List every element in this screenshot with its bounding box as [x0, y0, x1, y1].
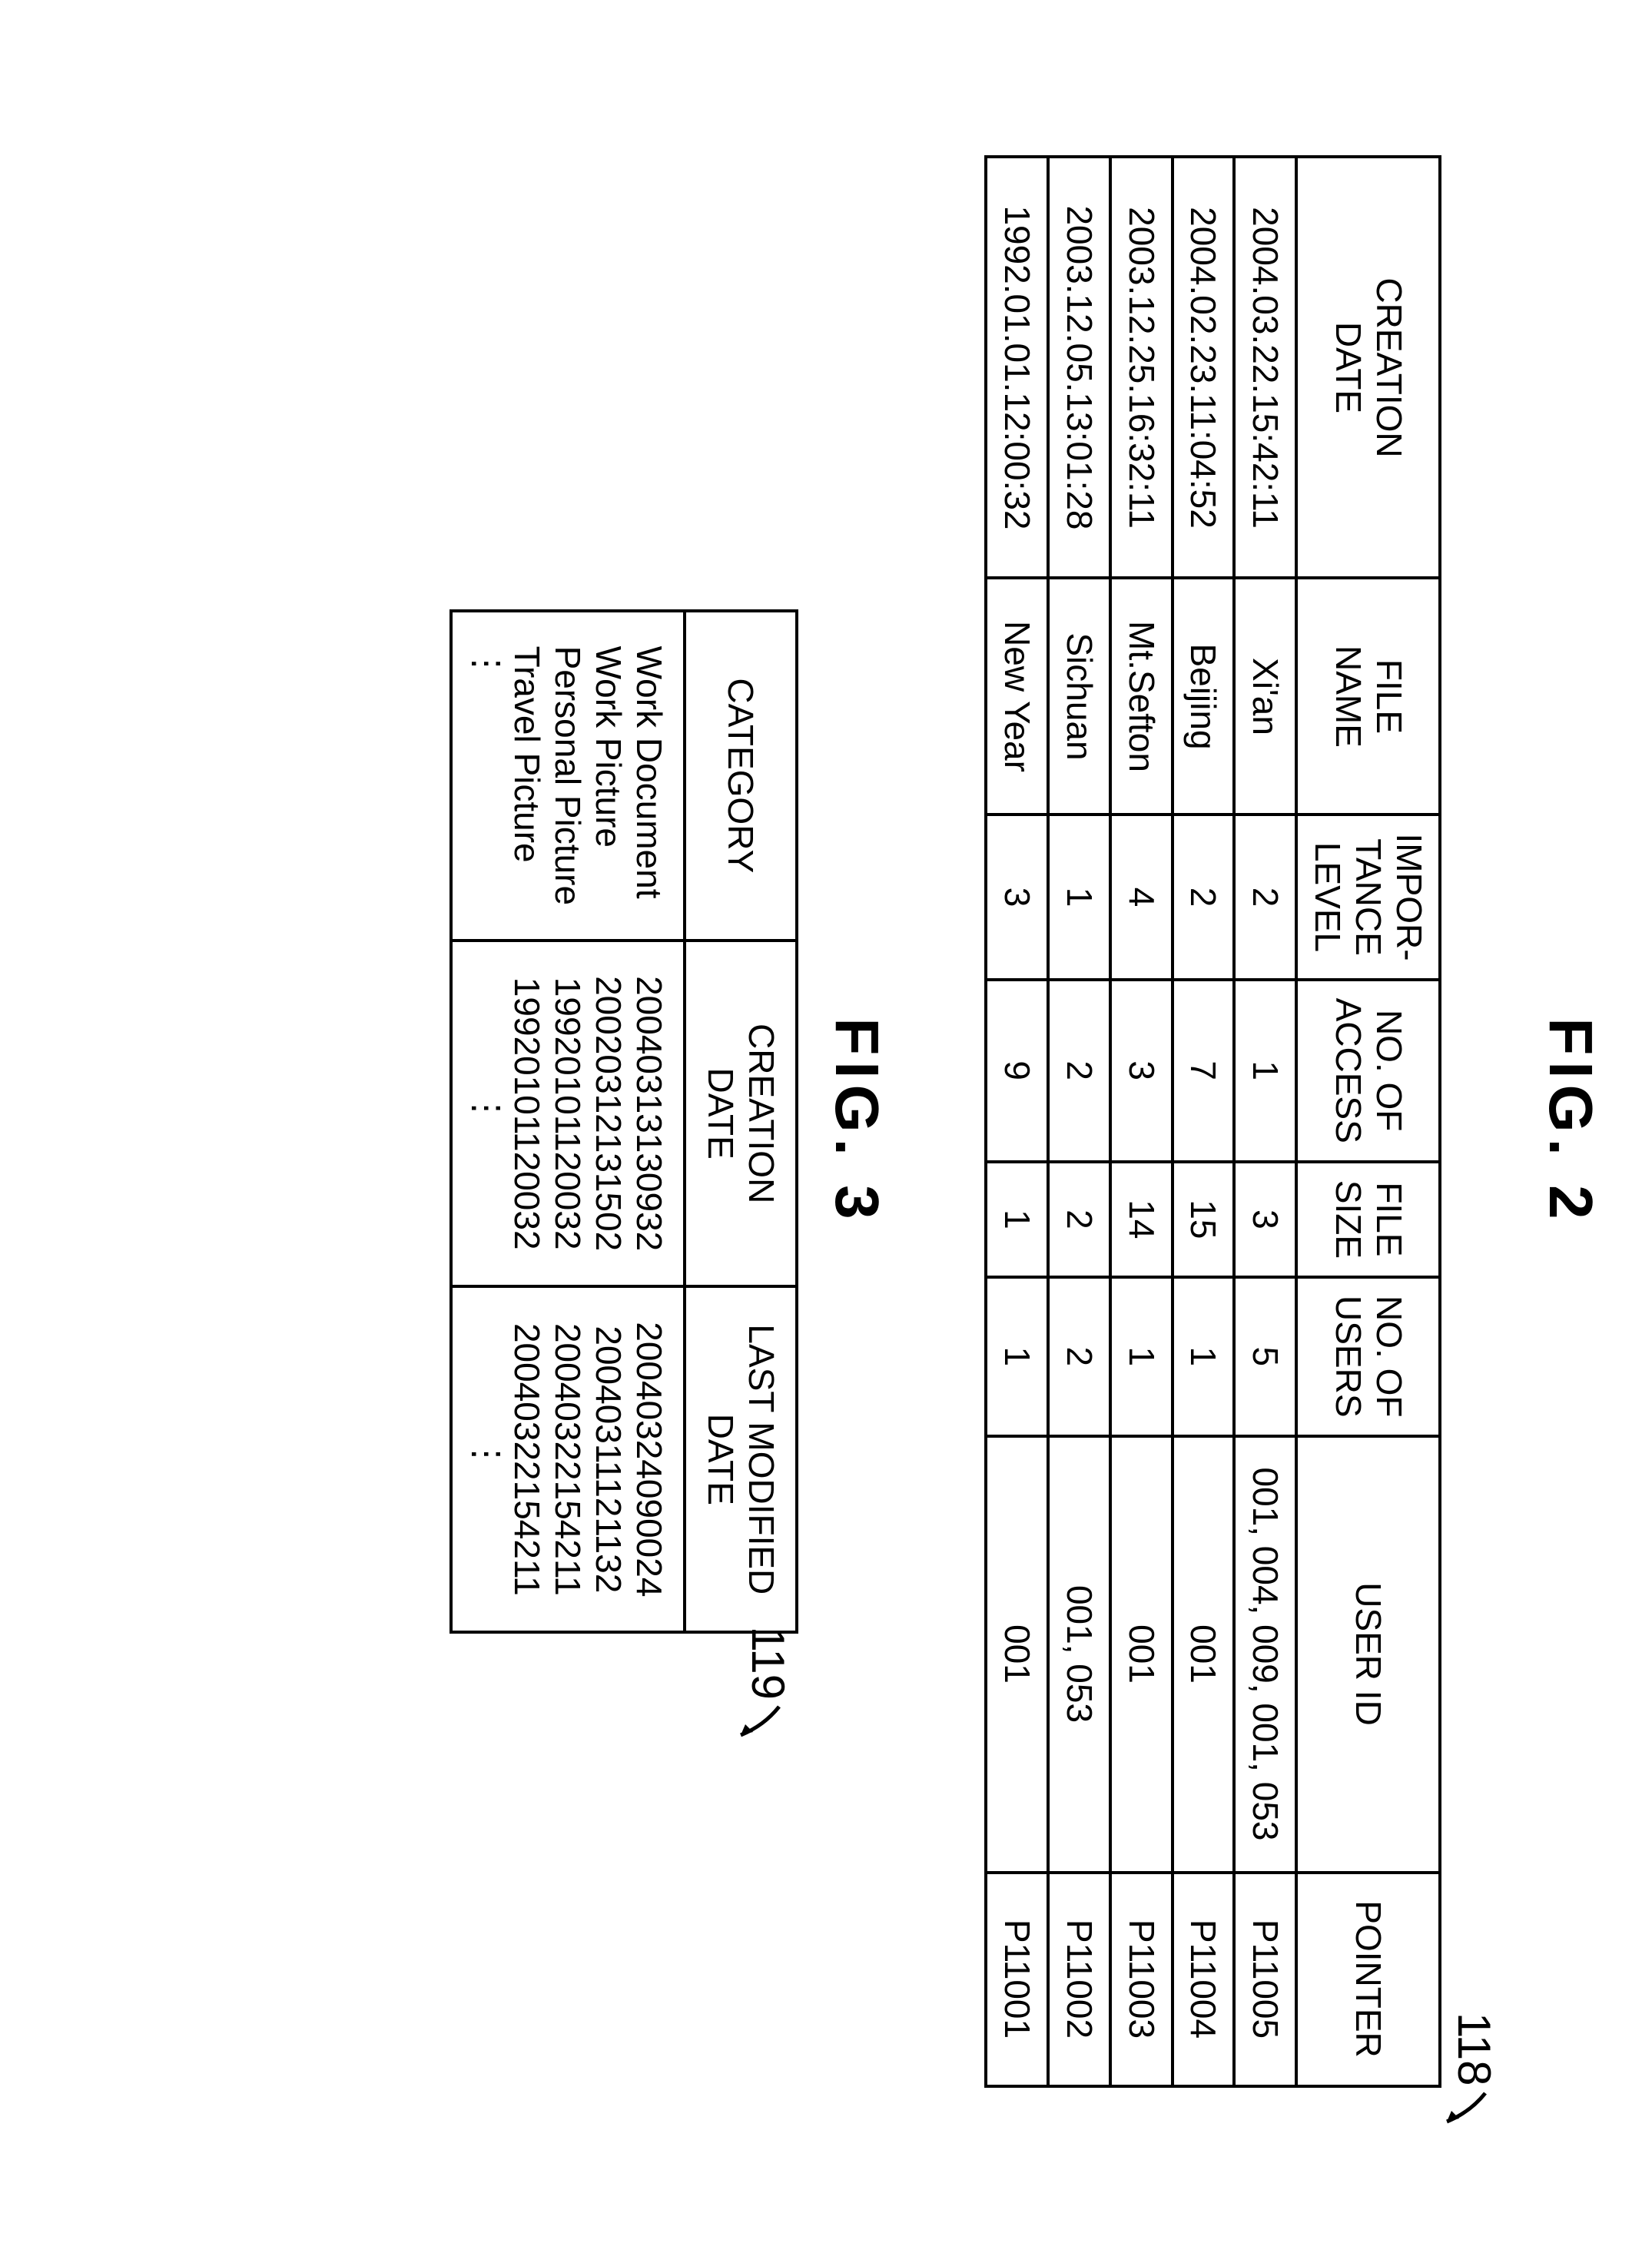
- leader-arrow-icon: [725, 1703, 783, 1749]
- cell-user_id: 001, 053: [1048, 1436, 1110, 1873]
- file-info-tbody: 2004.03.22.15:42:11Xi'an2135001, 004, 00…: [986, 157, 1296, 2085]
- table-row: 2004.02.23.11:04:52Beijing27151001P11004: [1173, 157, 1235, 2085]
- cell-value: 20040322154211: [507, 1322, 548, 1597]
- cell-value: 19920101120032: [547, 976, 588, 1251]
- cell-pointer: P11001: [986, 1873, 1048, 2086]
- table-row: 2003.12.05.13:01:28Sichuan1222001, 053P1…: [1048, 157, 1110, 2085]
- cell-file_name: Sichuan: [1048, 578, 1110, 815]
- cell-user_id: 001, 004, 009, 001, 053: [1234, 1436, 1296, 1873]
- cell-creation_date: 2004.02.23.11:04:52: [1173, 157, 1235, 578]
- cell-creation_date: 2003.12.25.16:32:11: [1110, 157, 1173, 578]
- cell-file_size: 15: [1173, 1162, 1235, 1277]
- cell-value: Travel Picture: [507, 646, 548, 906]
- ellipsis-icon: ⋮: [466, 1322, 507, 1597]
- cell-access: 2: [1048, 980, 1110, 1162]
- figure-2: FIG. 2 118 CREATIONDATE FILENAME IMPOR-T…: [984, 61, 1606, 2182]
- cell-users: 5: [1234, 1277, 1296, 1435]
- cell-file_size: 14: [1110, 1162, 1173, 1277]
- cell-modified_date: 2004032409002420040311121132200403221542…: [451, 1286, 685, 1632]
- cell-access: 1: [1234, 980, 1296, 1162]
- cell-file_name: New Year: [986, 578, 1048, 815]
- cell-file_size: 2: [1048, 1162, 1110, 1277]
- figure-3-title: FIG. 3: [821, 61, 892, 2182]
- cell-users: 1: [1173, 1277, 1235, 1435]
- cell-file_name: Beijing: [1173, 578, 1235, 815]
- cell-value: Work Document: [629, 646, 669, 906]
- col-users: NO. OFUSERS: [1296, 1277, 1440, 1435]
- cell-pointer: P11003: [1110, 1873, 1173, 2086]
- table-header-row: CREATIONDATE FILENAME IMPOR-TANCELEVEL N…: [1296, 157, 1440, 2085]
- cell-value: 19920101120032: [507, 976, 548, 1251]
- table-row: Work DocumentWork PicturePersonal Pictur…: [451, 611, 685, 1633]
- figure-2-ref-label: 118: [1448, 61, 1512, 2135]
- cell-creation_date: 2003.12.05.13:01:28: [1048, 157, 1110, 578]
- cell-file_size: 1: [986, 1162, 1048, 1277]
- col-pointer: POINTER: [1296, 1873, 1440, 2086]
- cell-user_id: 001: [1173, 1436, 1235, 1873]
- figure-3-ref-number: 119: [741, 1626, 794, 1700]
- table-row: 2003.12.25.16:32:11Mt.Sefton43141001P110…: [1110, 157, 1173, 2085]
- cell-pointer: P11004: [1173, 1873, 1235, 2086]
- col-importance: IMPOR-TANCELEVEL: [1296, 815, 1440, 979]
- table-row: 2004.03.22.15:42:11Xi'an2135001, 004, 00…: [1234, 157, 1296, 2085]
- cell-value: 20040322154211: [547, 1322, 588, 1597]
- cell-importance: 1: [1048, 815, 1110, 979]
- cell-importance: 4: [1110, 815, 1173, 979]
- cell-file_name: Xi'an: [1234, 578, 1296, 815]
- cell-creation_date: 1992.01.01.12:00:32: [986, 157, 1048, 578]
- figure-2-title: FIG. 2: [1535, 61, 1606, 2182]
- col-user-id: USER ID: [1296, 1436, 1440, 1873]
- cell-importance: 2: [1234, 815, 1296, 979]
- col-access: NO. OFACCESS: [1296, 980, 1440, 1162]
- category-tbody: Work DocumentWork PicturePersonal Pictur…: [451, 611, 685, 1633]
- col-category: CATEGORY: [685, 611, 797, 941]
- cell-users: 1: [986, 1277, 1048, 1435]
- figure-3-ref-label: 119: [741, 1626, 806, 1749]
- cell-user_id: 001: [986, 1436, 1048, 1873]
- cell-file_name: Mt.Sefton: [1110, 578, 1173, 815]
- file-info-table: CREATIONDATE FILENAME IMPOR-TANCELEVEL N…: [984, 155, 1441, 2087]
- table-row: 1992.01.01.12:00:32New Year3911001P11001: [986, 157, 1048, 2085]
- cell-file_size: 3: [1234, 1162, 1296, 1277]
- col-modified-date: LAST MODIFIEDDATE: [685, 1286, 797, 1632]
- cell-value: Personal Picture: [547, 646, 588, 906]
- cell-value: Work Picture: [588, 646, 629, 906]
- cell-access: 3: [1110, 980, 1173, 1162]
- figure-3: FIG. 3 119 CATEGORY CREATIONDATE LAST MO…: [449, 61, 892, 2182]
- cell-users: 1: [1110, 1277, 1173, 1435]
- cell-value: 20040311121132: [588, 1322, 629, 1597]
- col-file-size: FILESIZE: [1296, 1162, 1440, 1277]
- ellipsis-icon: ⋮: [466, 646, 507, 906]
- cell-category: Work DocumentWork PicturePersonal Pictur…: [451, 611, 685, 941]
- cell-value: 20040324090024: [629, 1322, 669, 1597]
- cell-creation_date: 2004031313093220020312131502199201011200…: [451, 941, 685, 1286]
- cell-value: 20020312131502: [588, 976, 629, 1251]
- cell-pointer: P11005: [1234, 1873, 1296, 2086]
- cell-access: 7: [1173, 980, 1235, 1162]
- cell-pointer: P11002: [1048, 1873, 1110, 2086]
- cell-importance: 3: [986, 815, 1048, 979]
- ellipsis-icon: ⋮: [466, 976, 507, 1251]
- cell-access: 9: [986, 980, 1048, 1162]
- table-header-row: CATEGORY CREATIONDATE LAST MODIFIEDDATE: [685, 611, 797, 1633]
- cell-importance: 2: [1173, 815, 1235, 979]
- figure-2-ref-number: 118: [1448, 2012, 1501, 2086]
- col-file-name: FILENAME: [1296, 578, 1440, 815]
- cell-user_id: 001: [1110, 1436, 1173, 1873]
- leader-arrow-icon: [1431, 2089, 1489, 2135]
- cell-users: 2: [1048, 1277, 1110, 1435]
- category-table: CATEGORY CREATIONDATE LAST MODIFIEDDATE …: [449, 609, 798, 1634]
- cell-value: 20040313130932: [629, 976, 669, 1251]
- col-creation-date: CREATIONDATE: [685, 941, 797, 1286]
- cell-creation_date: 2004.03.22.15:42:11: [1234, 157, 1296, 578]
- col-creation-date: CREATIONDATE: [1296, 157, 1440, 578]
